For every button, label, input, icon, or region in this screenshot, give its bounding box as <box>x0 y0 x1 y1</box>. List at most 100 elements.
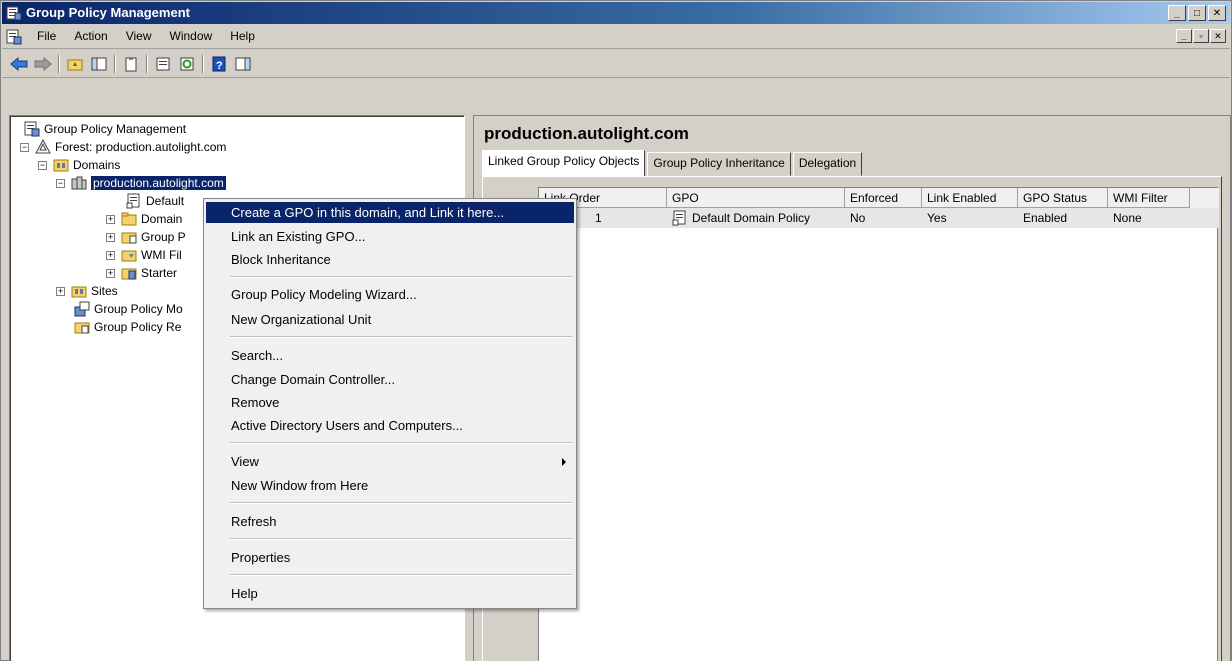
tree-modeling[interactable]: Group Policy Mo <box>74 300 183 318</box>
menu-link-existing-gpo[interactable]: Link an Existing GPO... <box>206 226 574 247</box>
menu-search[interactable]: Search... <box>206 345 574 366</box>
child-minimize-button[interactable]: _ <box>1176 29 1192 43</box>
tree-forest-label: Forest: production.autolight.com <box>55 140 227 154</box>
expand-icon[interactable]: + <box>106 214 115 224</box>
tree-results-label: Group Policy Re <box>94 320 182 334</box>
back-icon[interactable] <box>8 54 30 74</box>
up-folder-icon[interactable] <box>64 54 86 74</box>
tab-gp-inheritance[interactable]: Group Policy Inheritance <box>647 152 791 176</box>
tree-domains[interactable]: − Domains <box>38 156 120 174</box>
minimize-button[interactable]: _ <box>1168 5 1186 21</box>
collapse-icon[interactable]: − <box>38 160 47 170</box>
expand-icon[interactable]: + <box>106 268 115 278</box>
tree-child-starter-gpos[interactable]: + Starter <box>106 264 177 282</box>
menu-create-gpo-and-link[interactable]: Create a GPO in this domain, and Link it… <box>206 202 574 223</box>
tree-child-domain-label: Domain <box>141 212 183 226</box>
tree-results[interactable]: Group Policy Re <box>74 318 181 336</box>
toolbar-separator <box>114 55 116 73</box>
properties-icon[interactable] <box>152 54 174 74</box>
starter-gpo-icon <box>121 265 137 281</box>
child-close-button[interactable]: ✕ <box>1210 29 1226 43</box>
menu-refresh[interactable]: Refresh <box>206 511 574 532</box>
menu-view[interactable]: View <box>117 29 161 43</box>
help-icon[interactable]: ? <box>208 54 230 74</box>
title-bar[interactable]: Group Policy Management _ □ ✕ <box>2 2 1230 24</box>
column-link-enabled[interactable]: Link Enabled <box>922 188 1018 208</box>
expand-icon[interactable]: + <box>106 250 115 260</box>
cell-wmi-filter: None <box>1113 211 1142 225</box>
cell-enforced: No <box>850 211 866 225</box>
toolbar-separator <box>202 55 204 73</box>
toolbar-separator <box>58 55 60 73</box>
tab-strip: Linked Group Policy Objects Group Policy… <box>482 150 864 177</box>
tree-domain-label: production.autolight.com <box>91 176 226 190</box>
menu-modeling-wizard[interactable]: Group Policy Modeling Wizard... <box>206 284 574 305</box>
gpm-root-icon <box>24 121 40 137</box>
menu-block-inheritance[interactable]: Block Inheritance <box>206 249 574 270</box>
column-wmi-filter[interactable]: WMI Filter <box>1108 188 1190 208</box>
menu-action[interactable]: Action <box>65 29 116 43</box>
menu-file[interactable]: File <box>28 29 65 43</box>
maximize-button[interactable]: □ <box>1188 5 1206 21</box>
tree-child-domain-controllers[interactable]: + Domain <box>106 210 182 228</box>
clipboard-icon[interactable] <box>120 54 142 74</box>
column-gpo[interactable]: GPO <box>667 188 845 208</box>
cell-gpo-status: Enabled <box>1023 211 1068 225</box>
child-restore-button[interactable]: ▫ <box>1193 29 1209 43</box>
tree-forest[interactable]: − Forest: production.autolight.com <box>20 138 226 156</box>
tree-child-wmi-filters[interactable]: + WMI Fil <box>106 246 182 264</box>
menu-properties[interactable]: Properties <box>206 547 574 568</box>
tree-child-default-label: Default <box>146 194 185 208</box>
menu-new-ou[interactable]: New Organizational Unit <box>206 309 574 330</box>
tree-domain-selected[interactable]: − production.autolight.com <box>56 174 226 192</box>
wmi-filter-icon <box>121 247 137 263</box>
menu-window[interactable]: Window <box>161 29 222 43</box>
close-button[interactable]: ✕ <box>1208 5 1226 21</box>
refresh-icon[interactable] <box>176 54 198 74</box>
menu-new-window[interactable]: New Window from Here <box>206 475 574 496</box>
gpm-app-icon <box>6 5 22 21</box>
linked-gpo-list[interactable]: Link Order GPO Enforced Link Enabled GPO… <box>538 187 1219 661</box>
menu-ad-users-computers[interactable]: Active Directory Users and Computers... <box>206 415 574 436</box>
ou-folder-icon <box>121 211 137 227</box>
toolbar: ? <box>2 50 1230 78</box>
tab-linked-gpos[interactable]: Linked Group Policy Objects <box>482 150 646 177</box>
column-gpo-status[interactable]: GPO Status <box>1018 188 1108 208</box>
menu-view[interactable]: View <box>206 451 574 472</box>
menu-change-dc[interactable]: Change Domain Controller... <box>206 369 574 390</box>
tree-child-starter-label: Starter <box>141 266 178 280</box>
collapse-icon[interactable]: − <box>20 142 29 152</box>
cell-gpo: Default Domain Policy <box>667 208 845 228</box>
menu-help-item[interactable]: Help <box>206 583 574 604</box>
gpo-folder-icon <box>121 229 137 245</box>
show-hide-console-tree-icon[interactable] <box>88 54 110 74</box>
action-pane-icon[interactable] <box>232 54 254 74</box>
cell-link-enabled: Yes <box>927 211 947 225</box>
tree-sites[interactable]: + Sites <box>56 282 118 300</box>
menu-bar: File Action View Window Help _ ▫ ✕ <box>2 25 1230 49</box>
gpo-link-icon <box>126 193 142 209</box>
tree-child-wmi-label: WMI Fil <box>141 248 182 262</box>
domains-icon <box>53 157 69 173</box>
table-row[interactable]: 1 Default Domain Policy No Yes Enabled N… <box>539 208 1219 228</box>
cell-gpo-name: Default Domain Policy <box>692 211 811 225</box>
menu-separator <box>230 502 572 504</box>
tree-child-gpo-container[interactable]: + Group P <box>106 228 186 246</box>
tree-root[interactable]: Group Policy Management <box>24 120 186 138</box>
forest-icon <box>35 139 51 155</box>
tree-child-default[interactable]: Default <box>126 192 184 210</box>
menu-remove[interactable]: Remove <box>206 392 574 413</box>
menu-help[interactable]: Help <box>221 29 264 43</box>
document-icon[interactable] <box>6 29 22 45</box>
tab-delegation[interactable]: Delegation <box>792 152 863 176</box>
column-enforced[interactable]: Enforced <box>845 188 922 208</box>
collapse-icon[interactable]: − <box>56 178 65 188</box>
sites-icon <box>71 283 87 299</box>
expand-icon[interactable]: + <box>106 232 115 242</box>
app-window: Group Policy Management _ □ ✕ File Actio… <box>0 0 1232 661</box>
forward-icon[interactable] <box>32 54 54 74</box>
tab-content: Link Order GPO Enforced Link Enabled GPO… <box>482 176 1222 661</box>
tree-modeling-label: Group Policy Mo <box>94 302 183 316</box>
submenu-arrow-icon <box>562 458 566 466</box>
expand-icon[interactable]: + <box>56 286 65 296</box>
